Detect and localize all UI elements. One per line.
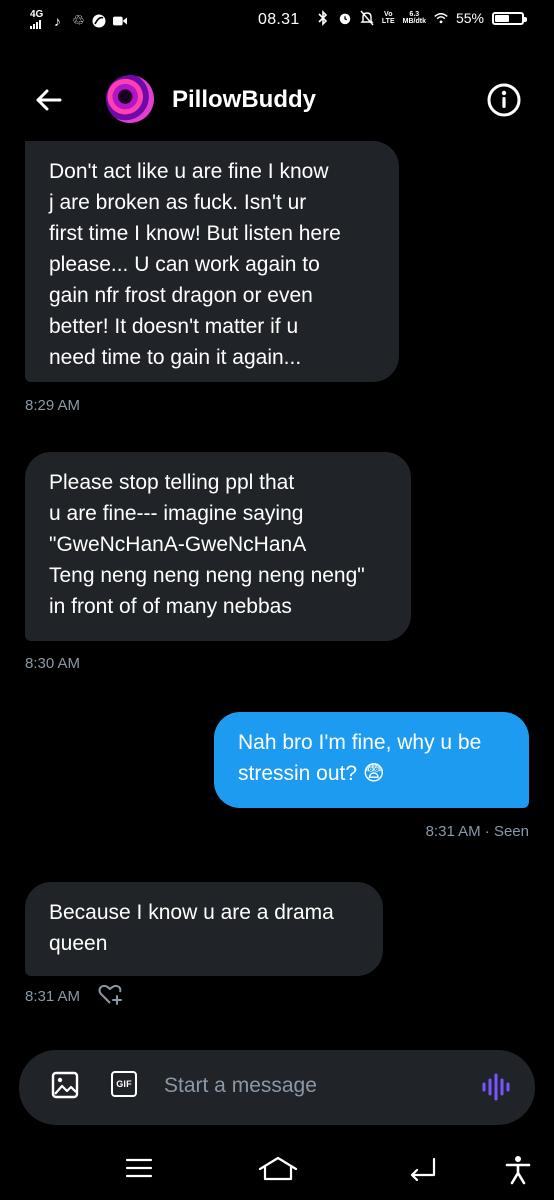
video-icon bbox=[113, 14, 128, 28]
menu-icon bbox=[125, 1158, 153, 1178]
message-input[interactable]: Start a message bbox=[164, 1074, 317, 1098]
image-button[interactable] bbox=[51, 1070, 79, 1105]
network-type: 4G bbox=[30, 9, 44, 20]
back-button[interactable] bbox=[30, 80, 70, 120]
message-timestamp: 8:29 AM bbox=[25, 397, 81, 414]
status-right: Vo LTE 6.3 MB/dtk 55% bbox=[316, 10, 527, 26]
message-timestamp-seen: 8:31 AM · Seen bbox=[425, 823, 529, 840]
message-bubble-incoming[interactable]: Because I know u are a drama queen bbox=[25, 882, 383, 976]
volte-indicator: Vo LTE bbox=[381, 11, 395, 25]
back-nav-button[interactable] bbox=[408, 1155, 438, 1186]
bluetooth-icon bbox=[316, 10, 330, 26]
system-nav-bar bbox=[0, 1135, 554, 1200]
gif-button[interactable]: GIF bbox=[111, 1071, 137, 1097]
message-timestamp: 8:30 AM bbox=[25, 655, 81, 672]
message-bubble-incoming[interactable]: Please stop telling ppl that u are fine-… bbox=[25, 452, 411, 641]
image-icon bbox=[51, 1071, 79, 1099]
home-icon bbox=[258, 1156, 298, 1181]
status-bar: 4G ♪ ♲ 08.31 Vo LTE 6.3 MB/dtk 55% bbox=[0, 0, 554, 44]
signal-icon bbox=[30, 19, 41, 29]
chat-header: PillowBuddy bbox=[0, 60, 554, 140]
message-bubble-incoming[interactable]: Don't act like u are fine I know j are b… bbox=[25, 141, 399, 382]
wifi-icon bbox=[434, 11, 448, 25]
voice-waveform-icon bbox=[482, 1073, 510, 1101]
avatar[interactable] bbox=[106, 75, 154, 123]
info-button[interactable] bbox=[486, 82, 522, 118]
menu-nav-button[interactable] bbox=[124, 1155, 154, 1186]
battery-icon bbox=[492, 11, 527, 25]
status-left: 4G ♪ ♲ bbox=[30, 10, 128, 31]
message-bubble-outgoing[interactable]: Nah bro I'm fine, why u be stressin out?… bbox=[214, 712, 529, 808]
message-timestamp: 8:31 AM bbox=[25, 988, 81, 1005]
home-nav-button[interactable] bbox=[257, 1155, 299, 1188]
mute-icon bbox=[360, 10, 374, 26]
battery-percent: 55% bbox=[455, 10, 484, 26]
alarm-icon bbox=[338, 11, 352, 25]
voice-message-button[interactable] bbox=[481, 1072, 511, 1107]
message-composer: GIF Start a message bbox=[19, 1050, 535, 1125]
gif-icon: GIF bbox=[111, 1071, 137, 1097]
info-icon bbox=[487, 83, 521, 117]
accessibility-button[interactable] bbox=[505, 1155, 531, 1190]
data-speed: 6.3 MB/dtk bbox=[402, 11, 426, 25]
tiktok-icon: ♪ bbox=[53, 12, 61, 29]
heart-plus-icon bbox=[98, 984, 122, 1005]
app-leaf-icon bbox=[92, 14, 106, 28]
back-arrow-icon bbox=[36, 89, 62, 111]
add-reaction-button[interactable] bbox=[98, 983, 124, 1007]
return-icon bbox=[410, 1157, 436, 1182]
status-time: 08.31 bbox=[258, 11, 300, 28]
network-indicator: 4G bbox=[30, 10, 43, 31]
accessibility-icon bbox=[505, 1156, 531, 1185]
conversation-title[interactable]: PillowBuddy bbox=[172, 86, 316, 114]
recycle-icon: ♲ bbox=[72, 12, 85, 28]
